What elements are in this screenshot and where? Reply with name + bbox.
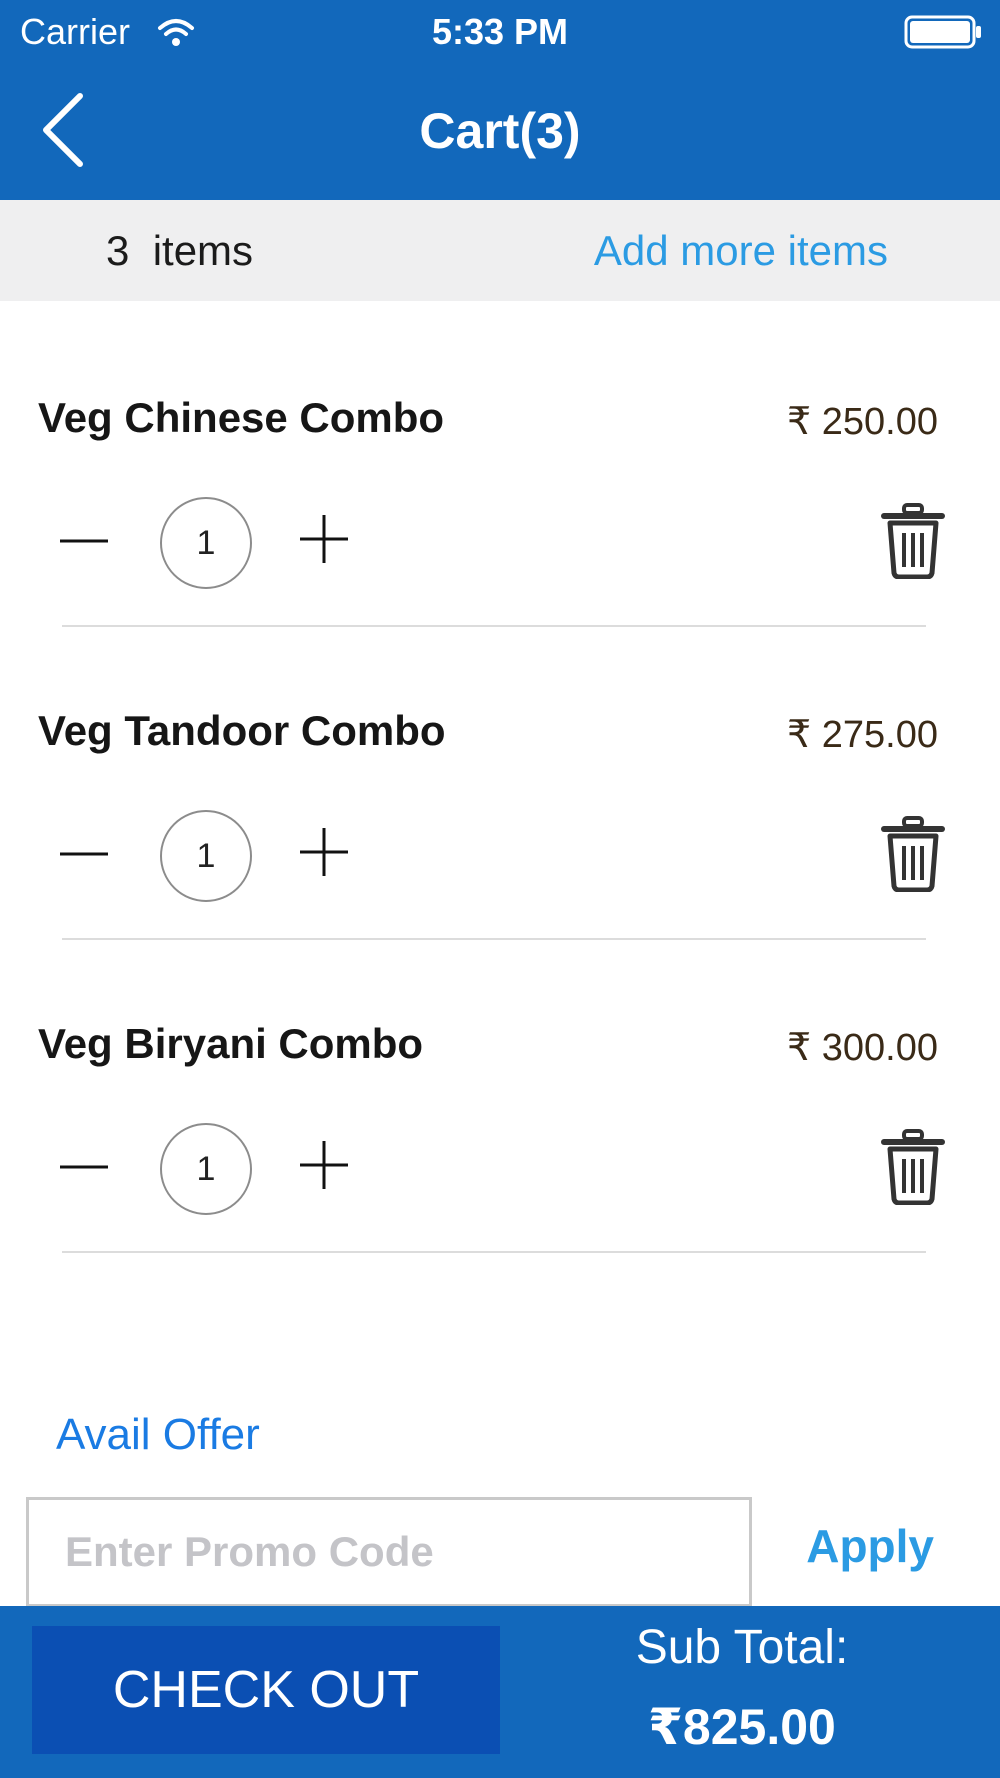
delete-item-button[interactable] [880, 816, 946, 892]
item-name: Veg Tandoor Combo [38, 707, 446, 754]
item-name: Veg Biryani Combo [38, 1020, 424, 1067]
trash-icon [880, 1129, 946, 1205]
cart-item: Veg Tandoor Combo ₹ 275.00 1 [0, 706, 1000, 1019]
cart-summary-bar: 3 items Add more items [0, 200, 1000, 301]
plus-icon [296, 1137, 352, 1193]
promo-code-input[interactable] [26, 1497, 752, 1607]
minus-icon [56, 513, 112, 569]
decrease-quantity-button[interactable] [56, 513, 112, 569]
cart-item: Veg Chinese Combo ₹ 250.00 1 [0, 393, 1000, 706]
item-price: ₹ 300.00 [787, 1027, 938, 1069]
cart-item: Veg Biryani Combo ₹ 300.00 1 [0, 1019, 1000, 1332]
minus-icon [56, 826, 112, 882]
quantity-value: 1 [160, 497, 252, 589]
checkout-footer: CHECK OUT Sub Total: ₹825.00 [0, 1606, 1000, 1778]
subtotal-label: Sub Total: [635, 1621, 849, 1674]
apply-promo-button[interactable]: Apply [806, 1518, 934, 1574]
quantity-value: 1 [160, 810, 252, 902]
trash-icon [880, 816, 946, 892]
items-count: 3 items [106, 227, 254, 274]
item-divider [62, 1251, 926, 1253]
trash-icon [880, 503, 946, 579]
increase-quantity-button[interactable] [296, 824, 352, 880]
quantity-value: 1 [160, 1123, 252, 1215]
avail-offer-link[interactable]: Avail Offer [56, 1408, 260, 1462]
increase-quantity-button[interactable] [296, 511, 352, 567]
subtotal-value: ₹825.00 [648, 1699, 836, 1755]
add-more-items-link[interactable]: Add more items [594, 226, 888, 276]
item-divider [62, 938, 926, 940]
status-time: 5:33 PM [431, 11, 569, 52]
plus-icon [296, 511, 352, 567]
checkout-button[interactable]: CHECK OUT [32, 1626, 500, 1754]
delete-item-button[interactable] [880, 1129, 946, 1205]
minus-icon [56, 1139, 112, 1195]
battery-icon [904, 14, 984, 50]
status-bar: Carrier 5:33 PM [0, 0, 1000, 64]
delete-item-button[interactable] [880, 503, 946, 579]
item-divider [62, 625, 926, 627]
decrease-quantity-button[interactable] [56, 1139, 112, 1195]
plus-icon [296, 824, 352, 880]
app-header: Carrier 5:33 PM Cart(3) [0, 0, 1000, 200]
decrease-quantity-button[interactable] [56, 826, 112, 882]
cart-screen: Carrier 5:33 PM Cart(3) 3 items Add more… [0, 0, 1000, 1778]
increase-quantity-button[interactable] [296, 1137, 352, 1193]
item-name: Veg Chinese Combo [38, 394, 445, 441]
page-title: Cart(3) [419, 103, 581, 159]
item-price: ₹ 275.00 [787, 714, 938, 756]
item-price: ₹ 250.00 [787, 401, 938, 443]
